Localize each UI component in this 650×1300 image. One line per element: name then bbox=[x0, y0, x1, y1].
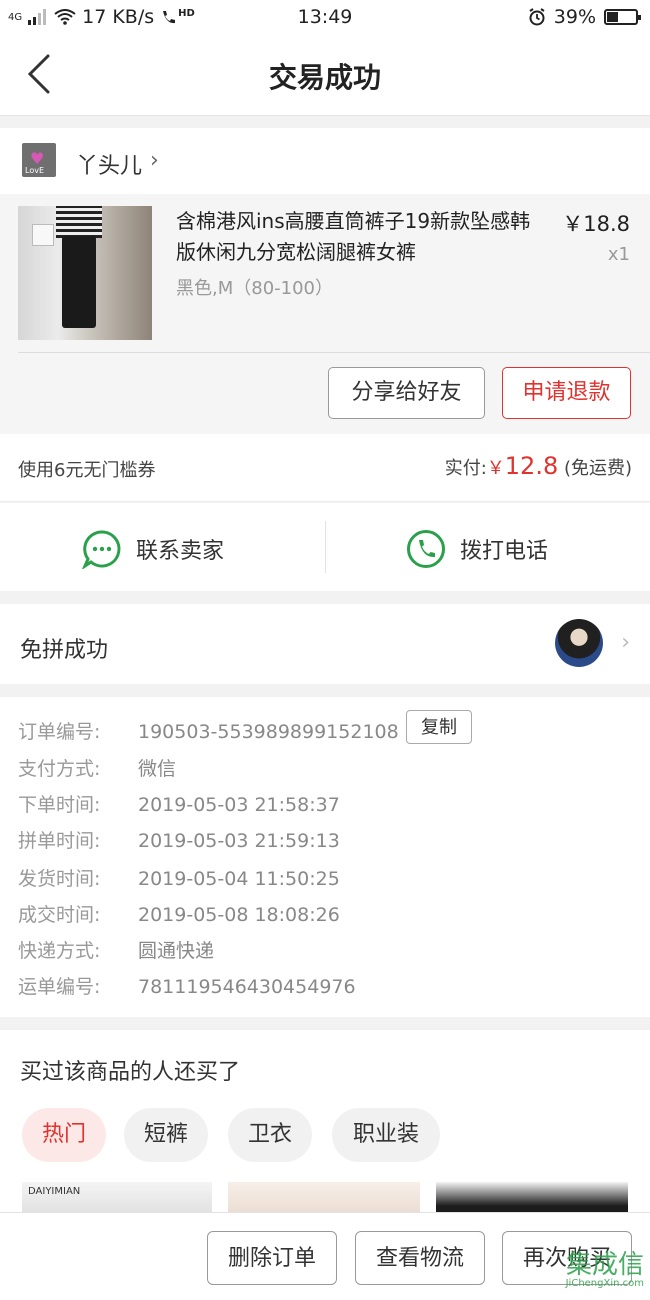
status-bar: 4G 17 KB/s HD 13:49 39% bbox=[0, 0, 650, 34]
shop-logo-text: LovE bbox=[25, 166, 44, 175]
detail-row-courier: 快递方式: 圆通快递 bbox=[18, 936, 214, 963]
nav-bar: 交易成功 bbox=[0, 34, 650, 116]
detail-row-payment: 支付方式: 微信 bbox=[18, 754, 176, 781]
detail-row-ship-time: 发货时间: 2019-05-04 11:50:25 bbox=[18, 864, 340, 891]
detail-row-order-time: 下单时间: 2019-05-03 21:58:37 bbox=[18, 790, 340, 817]
contact-seller-button[interactable]: 联系卖家 bbox=[82, 529, 224, 569]
order-details: 订单编号: 190503-553989899152108 复制 支付方式: 微信 下… bbox=[0, 697, 650, 1017]
divider bbox=[18, 352, 650, 353]
phone-icon bbox=[407, 530, 445, 568]
bottom-action-bar: 删除订单 查看物流 再次购买 集成信 JiChengXin.com bbox=[0, 1212, 650, 1300]
watermark-url: JiChengXin.com bbox=[565, 1278, 644, 1289]
paid-amount: 实付:￥12.8 (免运费) bbox=[445, 452, 632, 480]
detail-label: 拼单时间: bbox=[18, 830, 101, 852]
chevron-right-icon: › bbox=[621, 630, 630, 655]
refund-button[interactable]: 申请退款 bbox=[502, 367, 631, 419]
call-button[interactable]: 拨打电话 bbox=[406, 529, 548, 569]
detail-row-tracking-no: 运单编号: 781119546430454976 bbox=[18, 972, 356, 999]
paid-label: 实付: bbox=[444, 458, 487, 479]
brand-logo-text: DAIYIMIAN bbox=[28, 1186, 81, 1197]
detail-label: 订单编号: bbox=[18, 721, 101, 743]
detail-value: 2019-05-04 11:50:25 bbox=[138, 868, 340, 890]
detail-label: 下单时间: bbox=[18, 794, 101, 816]
battery-icon bbox=[604, 9, 641, 25]
recommendation-title: 买过该商品的人还买了 bbox=[20, 1060, 241, 1085]
battery-percent: 39% bbox=[553, 6, 596, 28]
detail-value: 2019-05-03 21:58:37 bbox=[138, 794, 340, 816]
delete-order-button[interactable]: 删除订单 bbox=[207, 1231, 337, 1285]
detail-label: 支付方式: bbox=[18, 758, 101, 780]
divider bbox=[325, 521, 326, 573]
payment-row: 使用6元无门槛券 实付:￥12.8 (免运费) bbox=[0, 434, 650, 502]
detail-label: 运单编号: bbox=[18, 976, 101, 998]
shop-row[interactable]: ♥ LovE 丫头儿 › bbox=[0, 128, 650, 194]
watermark-text: 集成信 bbox=[565, 1250, 644, 1280]
detail-value: 微信 bbox=[138, 758, 177, 780]
chip-shorts[interactable]: 短裤 bbox=[124, 1108, 208, 1162]
detail-value: 781119546430454976 bbox=[138, 976, 356, 998]
chip-hot[interactable]: 热门 bbox=[22, 1108, 106, 1162]
share-button[interactable]: 分享给好友 bbox=[328, 367, 485, 419]
product-price: ￥18.8 bbox=[562, 212, 630, 236]
group-status-text: 免拼成功 bbox=[20, 638, 109, 663]
paid-value: 12.8 bbox=[504, 452, 559, 480]
watermark: 集成信 JiChengXin.com bbox=[532, 1252, 644, 1292]
product-spec: 黑色,M（80-100） bbox=[176, 278, 334, 299]
chip-workwear[interactable]: 职业装 bbox=[332, 1108, 440, 1162]
detail-label: 发货时间: bbox=[18, 868, 101, 890]
shipping-note: (免运费) bbox=[563, 458, 632, 479]
status-right: 39% bbox=[528, 6, 641, 28]
detail-value: 2019-05-08 18:08:26 bbox=[138, 904, 340, 926]
contact-row: 联系卖家 拨打电话 bbox=[0, 503, 650, 591]
coupon-text: 使用6元无门槛券 bbox=[18, 460, 156, 481]
detail-row-deal-time: 成交时间: 2019-05-08 18:08:26 bbox=[18, 900, 340, 927]
avatar bbox=[555, 619, 603, 667]
detail-value: 2019-05-03 21:59:13 bbox=[138, 830, 340, 852]
order-item[interactable]: 含棉港风ins高腰直筒裤子19新款坠感韩版休闲九分宽松阔腿裤女裤 黑色,M（80… bbox=[0, 194, 650, 434]
shop-logo: ♥ LovE bbox=[22, 143, 56, 177]
page-title: 交易成功 bbox=[268, 61, 381, 94]
chevron-right-icon: › bbox=[150, 148, 159, 173]
group-status-row[interactable]: 免拼成功 › bbox=[0, 604, 650, 684]
detail-label: 成交时间: bbox=[18, 904, 101, 926]
currency-symbol: ￥ bbox=[486, 458, 505, 479]
detail-label: 快递方式: bbox=[18, 940, 101, 962]
chip-hoodie[interactable]: 卫衣 bbox=[228, 1108, 312, 1162]
chat-bubble-icon bbox=[82, 530, 121, 569]
detail-row-order-no: 订单编号: 190503-553989899152108 bbox=[18, 717, 399, 744]
copy-button[interactable]: 复制 bbox=[406, 710, 472, 744]
detail-row-group-time: 拼单时间: 2019-05-03 21:59:13 bbox=[18, 826, 340, 853]
contact-seller-label: 联系卖家 bbox=[136, 539, 225, 564]
product-thumbnail[interactable] bbox=[18, 206, 152, 340]
detail-value: 圆通快递 bbox=[138, 940, 215, 962]
alarm-icon bbox=[529, 8, 545, 26]
call-label: 拨打电话 bbox=[460, 539, 549, 564]
shop-name[interactable]: 丫头儿 bbox=[76, 148, 142, 180]
product-title[interactable]: 含棉港风ins高腰直筒裤子19新款坠感韩版休闲九分宽松阔腿裤女裤 bbox=[176, 206, 536, 268]
view-logistics-button[interactable]: 查看物流 bbox=[355, 1231, 485, 1285]
product-quantity: x1 bbox=[607, 244, 630, 265]
detail-value: 190503-553989899152108 bbox=[138, 721, 399, 743]
